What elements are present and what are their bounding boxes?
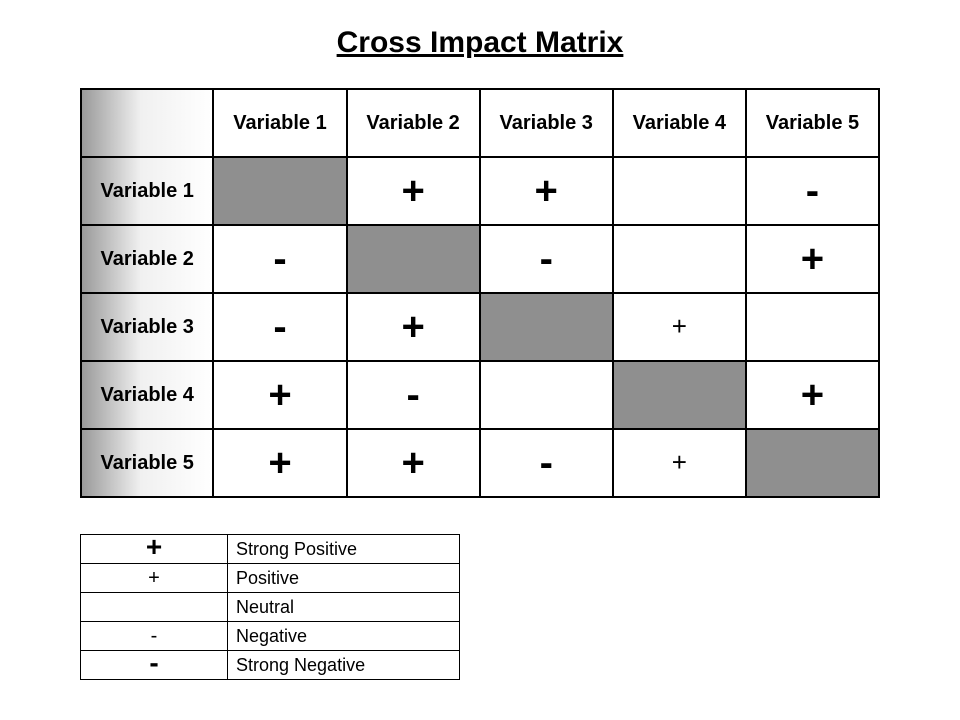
plus-icon: +	[801, 373, 824, 417]
matrix-cell	[480, 361, 613, 429]
matrix-cell: +	[347, 429, 480, 497]
legend-symbol: +	[81, 535, 228, 564]
matrix-cell	[746, 429, 879, 497]
matrix-cell: +	[347, 293, 480, 361]
minus-icon: -	[273, 237, 286, 281]
col-header: Variable 4	[613, 89, 746, 157]
matrix-cell: -	[746, 157, 879, 225]
row-header: Variable 1	[81, 157, 213, 225]
matrix-cell	[613, 157, 746, 225]
matrix-cell	[746, 293, 879, 361]
legend-label: Positive	[228, 564, 460, 593]
plus-icon: +	[268, 373, 291, 417]
plus-icon: +	[268, 441, 291, 485]
matrix-cell: +	[746, 361, 879, 429]
legend-container: +Strong Positive+PositiveNeutral-Negativ…	[80, 534, 460, 680]
col-header: Variable 1	[213, 89, 346, 157]
matrix-cell	[613, 361, 746, 429]
minus-icon: -	[273, 305, 286, 349]
legend-label: Negative	[228, 622, 460, 651]
col-header: Variable 2	[347, 89, 480, 157]
row-header: Variable 2	[81, 225, 213, 293]
matrix-container: Variable 1 Variable 2 Variable 3 Variabl…	[80, 88, 880, 498]
minus-icon: -	[406, 373, 419, 417]
plus-icon: +	[535, 169, 558, 213]
matrix-cell	[213, 157, 346, 225]
matrix-cell: -	[480, 225, 613, 293]
plus-icon: +	[672, 447, 687, 477]
matrix-cell: +	[746, 225, 879, 293]
legend-symbol	[81, 593, 228, 622]
matrix-cell: -	[480, 429, 613, 497]
plus-icon: +	[401, 305, 424, 349]
minus-icon: -	[151, 625, 158, 647]
plus-icon: +	[401, 169, 424, 213]
matrix-cell: +	[613, 429, 746, 497]
plus-icon: +	[401, 441, 424, 485]
page-title: Cross Impact Matrix	[0, 0, 960, 88]
plus-icon: +	[148, 567, 160, 589]
matrix-corner-cell	[81, 89, 213, 157]
legend-label: Strong Negative	[228, 651, 460, 680]
impact-matrix-table: Variable 1 Variable 2 Variable 3 Variabl…	[80, 88, 880, 498]
legend-label: Strong Positive	[228, 535, 460, 564]
matrix-cell	[613, 225, 746, 293]
plus-icon: +	[146, 531, 162, 562]
row-header: Variable 5	[81, 429, 213, 497]
matrix-body: Variable 1 + + - Variable 2 - - + Variable 3 - + + V…	[81, 157, 879, 497]
minus-icon: -	[540, 237, 553, 281]
row-header: Variable 3	[81, 293, 213, 361]
legend-symbol: -	[81, 651, 228, 680]
legend-body: +Strong Positive+PositiveNeutral-Negativ…	[81, 535, 460, 680]
plus-icon: +	[672, 311, 687, 341]
minus-icon: -	[149, 647, 158, 678]
row-header: Variable 4	[81, 361, 213, 429]
matrix-cell: -	[213, 293, 346, 361]
legend-symbol: +	[81, 564, 228, 593]
plus-icon: +	[801, 237, 824, 281]
matrix-cell: +	[213, 361, 346, 429]
matrix-cell: +	[347, 157, 480, 225]
minus-icon: -	[540, 441, 553, 485]
matrix-cell: -	[347, 361, 480, 429]
matrix-cell: -	[213, 225, 346, 293]
col-header: Variable 3	[480, 89, 613, 157]
matrix-cell: +	[613, 293, 746, 361]
page: Cross Impact Matrix Variable 1 Variable …	[0, 0, 960, 720]
minus-icon: -	[806, 169, 819, 213]
matrix-cell: +	[213, 429, 346, 497]
matrix-cell	[480, 293, 613, 361]
col-header: Variable 5	[746, 89, 879, 157]
legend-label: Neutral	[228, 593, 460, 622]
matrix-cell: +	[480, 157, 613, 225]
matrix-cell	[347, 225, 480, 293]
legend-table: +Strong Positive+PositiveNeutral-Negativ…	[80, 534, 460, 680]
